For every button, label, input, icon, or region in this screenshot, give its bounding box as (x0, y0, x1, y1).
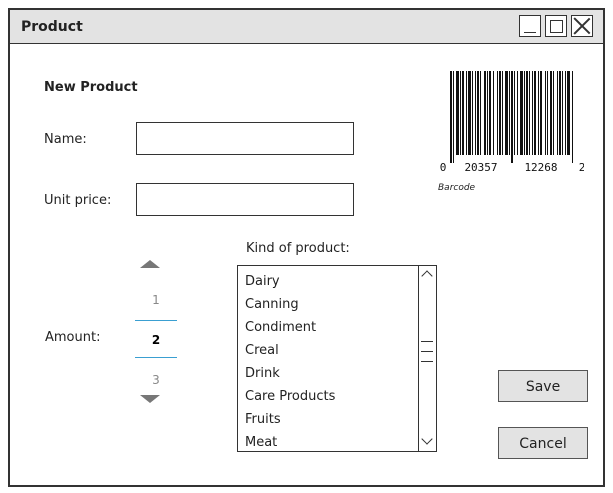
barcode-bar (532, 71, 533, 155)
stepper-prev-value: 1 (152, 293, 160, 307)
list-item[interactable]: Care Products (245, 385, 335, 408)
barcode-digits: 2 (579, 161, 584, 174)
list-scrollbar[interactable] (418, 266, 436, 451)
name-label: Name: (44, 132, 87, 147)
barcode-bar (520, 71, 523, 155)
stepper-next-value: 3 (152, 373, 160, 387)
barcode-bar (529, 71, 530, 155)
barcode-bar (493, 71, 494, 155)
chevron-up-icon[interactable] (421, 270, 433, 282)
stepper-divider (135, 357, 177, 358)
barcode-bar (534, 71, 536, 155)
barcode-bar (511, 71, 513, 163)
barcode-bar (466, 71, 467, 155)
barcode-bar (477, 71, 479, 155)
barcode-digits: 0 (440, 161, 447, 174)
chevron-down-icon[interactable] (421, 433, 433, 445)
cancel-button[interactable]: Cancel (498, 427, 588, 459)
list-item[interactable]: Dairy (245, 270, 335, 293)
maximize-icon[interactable] (545, 15, 567, 37)
barcode-bar (484, 71, 486, 155)
kind-label: Kind of product: (246, 241, 350, 256)
barcode-bar (499, 71, 501, 155)
barcode-bar (553, 71, 554, 155)
barcode-bar (545, 71, 546, 155)
barcode-bar (540, 71, 542, 155)
window-title: Product (21, 19, 83, 35)
save-button[interactable]: Save (498, 370, 588, 402)
list-item[interactable]: Fruits (245, 408, 335, 431)
barcode-bar (572, 71, 573, 163)
list-item[interactable]: Condiment (245, 316, 335, 339)
unit-price-input[interactable] (136, 183, 354, 216)
form-heading: New Product (44, 80, 138, 95)
barcode-digits: 20357 (464, 161, 497, 174)
barcode-bar (456, 71, 459, 155)
barcode-bar (489, 71, 491, 155)
barcode-bar (502, 71, 503, 155)
barcode-bar (509, 71, 510, 155)
barcode-bar (547, 71, 548, 155)
list-item[interactable]: Meat (245, 431, 335, 454)
barcode-bar (550, 71, 552, 155)
barcode-bar (450, 71, 452, 163)
list-item[interactable]: Creal (245, 339, 335, 362)
barcode-bar (505, 71, 508, 155)
barcode-bar (524, 71, 525, 155)
title-bar: Product (10, 10, 603, 44)
barcode-bars: 0 20357 12268 2 (440, 71, 585, 174)
minimize-icon[interactable] (519, 15, 541, 37)
barcode-bar (567, 71, 570, 155)
barcode-bar (517, 71, 518, 155)
barcode-bar (472, 71, 473, 155)
barcode-digits: 12268 (524, 161, 557, 174)
barcode-caption: Barcode (438, 183, 476, 193)
barcode-bar (468, 71, 471, 155)
barcode-bar (538, 71, 539, 155)
barcode-bar (462, 71, 464, 155)
list-item[interactable]: Canning (245, 293, 335, 316)
name-input[interactable] (136, 122, 354, 155)
barcode-bar (480, 71, 481, 155)
barcode-bar (559, 71, 561, 155)
barcode-bar (460, 71, 461, 155)
list-item[interactable]: Drink (245, 362, 335, 385)
stepper-current-value[interactable]: 2 (136, 333, 176, 347)
barcode-bar (562, 71, 563, 155)
barcode-bar (526, 71, 528, 155)
amount-label: Amount: (45, 330, 101, 345)
barcode-bar (475, 71, 476, 155)
barcode-bar (453, 71, 454, 163)
triangle-down-icon[interactable] (140, 395, 160, 403)
kind-listbox[interactable]: Dairy Canning Condiment Creal Drink Care… (237, 265, 437, 452)
unit-price-label: Unit price: (44, 193, 112, 208)
triangle-up-icon[interactable] (140, 260, 160, 268)
scroll-thumb[interactable] (421, 341, 433, 369)
barcode-bar (565, 71, 566, 155)
barcode-bar (487, 71, 488, 155)
barcode-bar (497, 71, 498, 155)
barcode-bar (557, 71, 558, 155)
barcode-bar (514, 71, 515, 155)
stepper-divider (135, 320, 177, 321)
barcode-image: 0 20357 12268 2 (434, 71, 585, 175)
close-icon[interactable] (571, 15, 593, 37)
